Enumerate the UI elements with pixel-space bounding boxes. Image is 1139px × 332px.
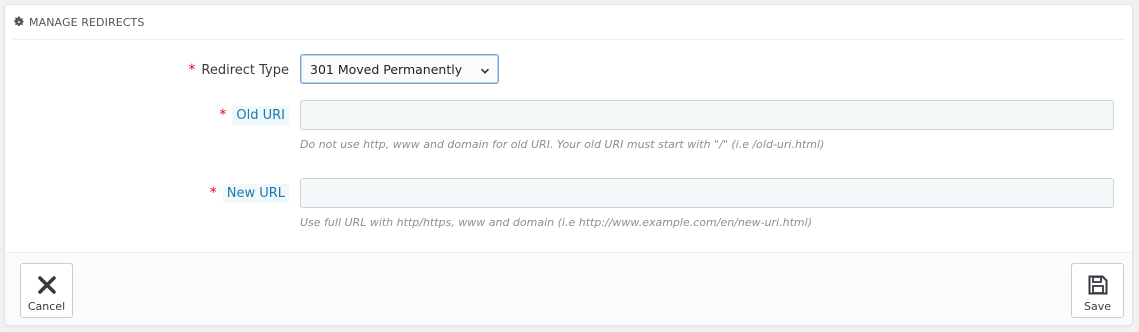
new-url-help: Use full URL with http/https, www and do… (300, 216, 812, 229)
chevron-down-icon (480, 64, 490, 74)
save-label: Save (1083, 300, 1111, 313)
panel-footer: Cancel Save (5, 252, 1132, 325)
new-url-input[interactable] (300, 178, 1114, 208)
close-icon (35, 273, 59, 297)
floppy-disk-icon (1086, 273, 1110, 297)
panel-title: MANAGE REDIRECTS (29, 15, 145, 29)
redirect-type-label-text: Redirect Type (201, 63, 289, 78)
gear-icon (13, 16, 25, 28)
required-mark: * (188, 62, 196, 78)
cancel-label: Cancel (27, 300, 66, 313)
new-url-label: * New URL (209, 184, 289, 203)
cancel-button[interactable]: Cancel (20, 263, 73, 318)
redirect-type-label: * Redirect Type (188, 62, 289, 78)
required-mark: * (209, 185, 217, 201)
new-url-label-text[interactable]: New URL (222, 184, 289, 203)
required-mark: * (219, 107, 227, 123)
redirect-type-select[interactable]: 301 Moved Permanently (300, 54, 499, 84)
old-uri-label-text[interactable]: Old URI (232, 106, 289, 125)
panel-heading: MANAGE REDIRECTS (13, 5, 1124, 40)
old-uri-help: Do not use http, www and domain for old … (300, 138, 825, 151)
save-button[interactable]: Save (1071, 263, 1124, 318)
redirect-type-selected: 301 Moved Permanently (310, 61, 463, 77)
old-uri-label: * Old URI (219, 106, 289, 125)
old-uri-input[interactable] (300, 100, 1114, 130)
manage-redirects-panel: MANAGE REDIRECTS * Redirect Type 301 Move… (4, 4, 1133, 326)
